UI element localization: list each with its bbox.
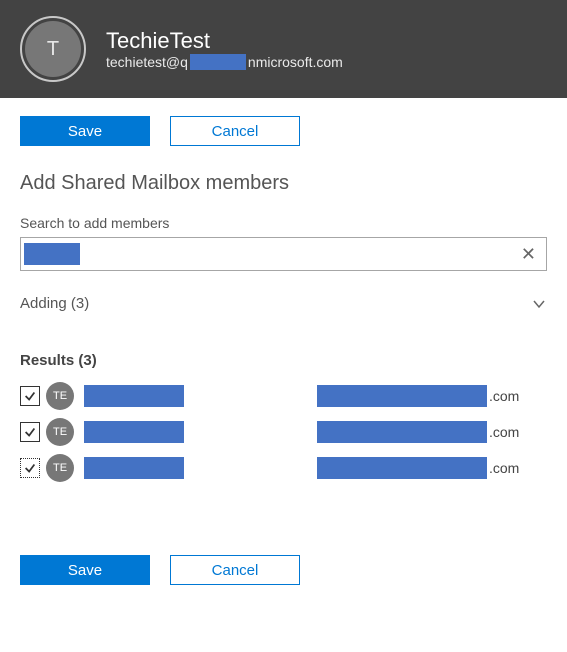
member-name [84, 457, 194, 479]
redacted-block [317, 385, 487, 407]
checkbox[interactable] [20, 458, 40, 478]
redacted-block [84, 421, 184, 443]
avatar-initial: T [25, 21, 81, 77]
clear-search-icon[interactable]: ✕ [517, 244, 540, 265]
bottom-button-row: Save Cancel [20, 555, 547, 585]
email-suffix: .com [489, 424, 519, 440]
redacted-block [190, 54, 246, 70]
member-email: .com [317, 385, 547, 407]
cancel-button[interactable]: Cancel [170, 116, 300, 146]
result-row: TE .com [20, 451, 547, 485]
section-title: Add Shared Mailbox members [20, 172, 547, 195]
adding-label: Adding (3) [20, 295, 89, 312]
email-suffix: .com [489, 460, 519, 476]
checkbox[interactable] [20, 386, 40, 406]
redacted-block [84, 457, 184, 479]
redacted-block [317, 421, 487, 443]
search-label: Search to add members [20, 215, 547, 231]
header-text: TechieTest techietest@q nmicrosoft.com [106, 28, 343, 70]
chevron-down-icon [531, 296, 547, 312]
email-suffix: nmicrosoft.com [248, 54, 343, 70]
result-row: TE .com [20, 379, 547, 413]
search-input[interactable] [80, 241, 517, 267]
member-email: .com [317, 421, 547, 443]
redacted-block [84, 385, 184, 407]
save-button[interactable]: Save [20, 116, 150, 146]
mailbox-title: TechieTest [106, 28, 343, 54]
mailbox-email: techietest@q nmicrosoft.com [106, 54, 343, 70]
member-avatar: TE [46, 454, 74, 482]
result-row: TE .com [20, 415, 547, 449]
member-name [84, 385, 194, 407]
redacted-block [24, 243, 80, 265]
top-button-row: Save Cancel [20, 116, 547, 146]
results-list: TE .com TE .com TE .com [20, 379, 547, 485]
save-button[interactable]: Save [20, 555, 150, 585]
checkbox[interactable] [20, 422, 40, 442]
cancel-button[interactable]: Cancel [170, 555, 300, 585]
adding-toggle[interactable]: Adding (3) [20, 295, 547, 312]
email-suffix: .com [489, 388, 519, 404]
header-bar: T TechieTest techietest@q nmicrosoft.com [0, 0, 567, 98]
email-prefix: techietest@q [106, 54, 188, 70]
avatar: T [20, 16, 86, 82]
member-email: .com [317, 457, 547, 479]
member-name [84, 421, 194, 443]
search-box[interactable]: ✕ [20, 237, 547, 271]
redacted-block [317, 457, 487, 479]
member-avatar: TE [46, 382, 74, 410]
results-label: Results (3) [20, 352, 547, 369]
member-avatar: TE [46, 418, 74, 446]
